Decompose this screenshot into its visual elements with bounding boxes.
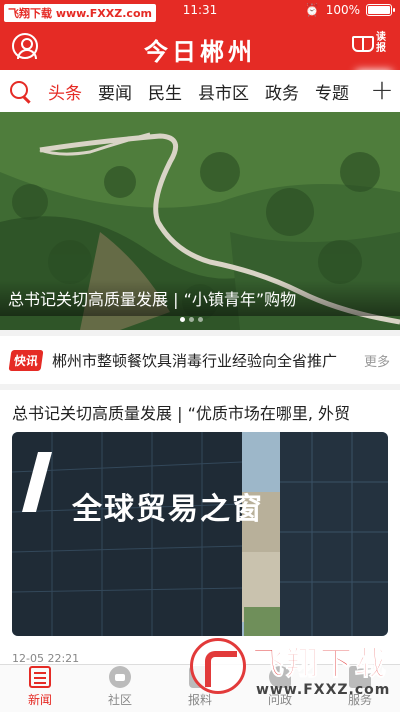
nav-news-label: 新闻 [27, 693, 52, 707]
flash-news-text[interactable]: 郴州市整顿餐饮具消毒行业经验向全省推广 [52, 350, 358, 371]
carousel-dot [189, 317, 194, 322]
add-channel-button[interactable]: + [364, 70, 400, 112]
nav-community[interactable]: 社区 [80, 665, 160, 712]
watermark-logo-icon [190, 638, 246, 694]
alarm-icon: ⏰ [304, 3, 320, 17]
tab-news[interactable]: 要闻 [90, 79, 140, 104]
battery-icon [366, 4, 395, 16]
tab-government[interactable]: 政务 [257, 79, 307, 104]
search-icon[interactable] [0, 70, 40, 112]
watermark-title: 飞翔下载 [251, 644, 389, 683]
hero-caption[interactable]: 总书记关切高质量发展 | “小镇青年”购物 [0, 280, 400, 316]
channel-tabs: 头条 要闻 民生 县市区 政务 专题 + [0, 70, 400, 112]
app-header: 今日郴州 读报 [0, 22, 400, 70]
nav-community-label: 社区 [107, 693, 132, 707]
book-icon [352, 36, 374, 52]
news-icon [29, 666, 51, 688]
watermark-url: www.FXXZ.com [256, 682, 391, 698]
article-image[interactable]: 全球贸易之窗 [12, 432, 388, 636]
hero-carousel[interactable]: 总书记关切高质量发展 | “小镇青年”购物 [0, 112, 400, 330]
community-icon [109, 666, 131, 688]
carousel-dot [198, 317, 203, 322]
tab-livelihood[interactable]: 民生 [140, 79, 190, 104]
flash-news-bar[interactable]: 快讯 郴州市整顿餐饮具消毒行业经验向全省推广 更多 [0, 336, 400, 384]
tab-headlines[interactable]: 头条 [40, 79, 90, 104]
building-sign: 全球贸易之窗 [72, 492, 264, 527]
article-headline[interactable]: 总书记关切高质量发展 | “优质市场在哪里, 外贸 [12, 400, 392, 424]
status-bar: 飞翔下载 www.FXXZ.com 11:31 ⏰ 100% [0, 0, 400, 22]
flash-badge: 快讯 [8, 349, 44, 371]
news-article-card[interactable]: 总书记关切高质量发展 | “优质市场在哪里, 外贸 全球贸易之窗 12-05 2… [0, 390, 400, 665]
app-title: 今日郴州 [144, 37, 256, 66]
building-photo [12, 432, 388, 636]
carousel-dot [180, 317, 185, 322]
more-link[interactable]: 更多 [364, 351, 390, 370]
read-newspaper-label: 读报 [376, 32, 386, 54]
watermark-overlay: 飞翔下载 www.FXXZ.com [186, 632, 394, 710]
tab-topics[interactable]: 专题 [307, 79, 357, 104]
tab-counties[interactable]: 县市区 [190, 79, 257, 104]
nav-news[interactable]: 新闻 [0, 665, 80, 712]
battery-percent: 100% [325, 3, 360, 17]
read-newspaper-button[interactable]: 读报 [352, 30, 388, 62]
carousel-indicator [180, 317, 203, 322]
